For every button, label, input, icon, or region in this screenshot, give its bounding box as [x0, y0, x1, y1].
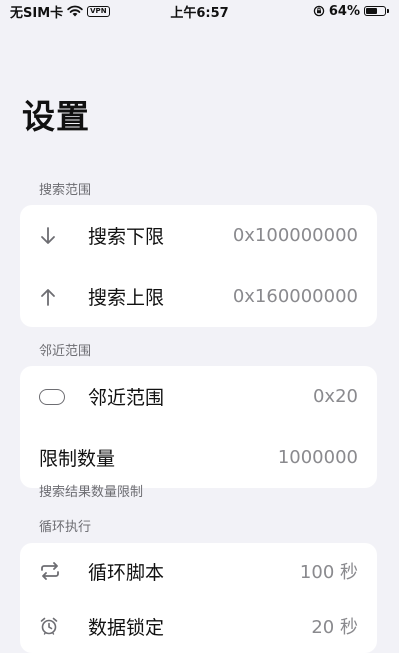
row-value: 20 秒 [311, 617, 358, 638]
row-value: 0x20 [312, 386, 358, 407]
row-value: 1000000 [277, 447, 358, 468]
section-header-search-range: 搜索范围 [39, 183, 92, 198]
battery-level [366, 8, 377, 14]
row-data-lock[interactable]: 数据锁定 20 秒 [20, 599, 377, 653]
wifi-icon [67, 5, 83, 17]
row-loop-script[interactable]: 循环脚本 100 秒 [20, 543, 377, 599]
battery-icon [364, 6, 386, 16]
row-label: 邻近范围 [88, 387, 165, 409]
row-label: 数据锁定 [88, 616, 165, 639]
page-title: 设置 [22, 97, 90, 136]
row-label: 搜索下限 [88, 226, 165, 248]
repeat-icon [39, 562, 70, 580]
orientation-lock-icon [313, 5, 325, 17]
row-value: 0x160000000 [232, 286, 358, 307]
row-limit-count[interactable]: 限制数量 1000000 [20, 427, 377, 488]
vpn-badge: VPN [87, 5, 110, 17]
carrier-text: 无SIM卡 [10, 5, 64, 21]
section-footer-proximity: 搜索结果数量限制 [39, 485, 144, 500]
battery-percent: 64% [328, 3, 360, 19]
loop-card: 循环脚本 100 秒 数据锁定 20 秒 [20, 543, 377, 653]
arrow-down-icon [39, 226, 70, 246]
arrow-up-icon [39, 287, 70, 307]
section-header-loop: 循环执行 [39, 520, 92, 535]
status-time: 上午6:57 [170, 5, 229, 21]
row-label: 搜索上限 [88, 287, 165, 309]
section-header-proximity: 邻近范围 [39, 344, 92, 359]
row-search-upper-limit[interactable]: 搜索上限 0x160000000 [20, 266, 377, 327]
status-bar: 无SIM卡 VPN 上午6:57 64% [0, 0, 399, 22]
proximity-card: 邻近范围 0x20 限制数量 1000000 [20, 366, 377, 488]
alarm-clock-icon [39, 616, 70, 636]
row-value: 0x100000000 [232, 225, 358, 246]
row-proximity-range[interactable]: 邻近范围 0x20 [20, 366, 377, 427]
oval-icon [39, 388, 70, 405]
row-label: 循环脚本 [88, 561, 165, 584]
row-label: 限制数量 [39, 448, 116, 470]
row-value: 100 秒 [299, 562, 358, 583]
row-search-lower-limit[interactable]: 搜索下限 0x100000000 [20, 205, 377, 266]
search-range-card: 搜索下限 0x100000000 搜索上限 0x160000000 [20, 205, 377, 327]
